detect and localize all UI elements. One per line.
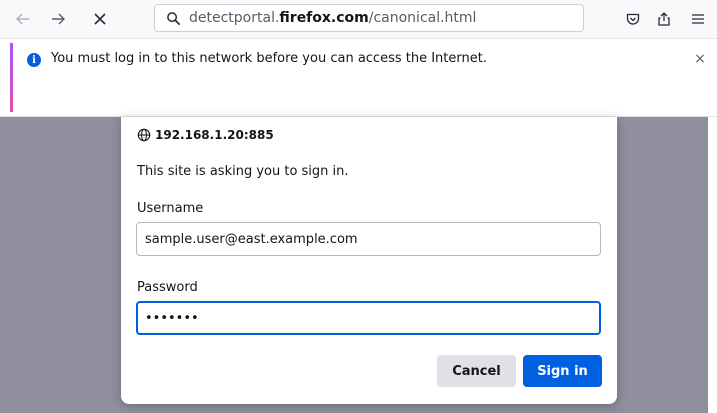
url-prefix: detectportal. bbox=[189, 10, 280, 26]
forward-button[interactable] bbox=[45, 6, 71, 32]
share-button[interactable] bbox=[651, 6, 677, 32]
stop-icon bbox=[92, 11, 108, 27]
back-icon bbox=[15, 11, 31, 27]
pocket-button[interactable] bbox=[620, 6, 646, 32]
notification-accent-bar bbox=[10, 43, 13, 112]
notification-message: You must log in to this network before y… bbox=[51, 51, 487, 66]
menu-button[interactable] bbox=[685, 6, 711, 32]
dialog-origin: 192.168.1.20:885 bbox=[137, 128, 274, 142]
page-scroll-edge bbox=[708, 117, 717, 413]
navigation-toolbar: detectportal.firefox.com/canonical.html bbox=[0, 0, 717, 39]
url-bar[interactable]: detectportal.firefox.com/canonical.html bbox=[154, 4, 584, 32]
username-field[interactable] bbox=[136, 222, 601, 256]
origin-text: 192.168.1.20:885 bbox=[155, 128, 274, 142]
back-button[interactable] bbox=[10, 6, 36, 32]
url-suffix: /canonical.html bbox=[368, 10, 477, 26]
globe-icon bbox=[137, 128, 151, 142]
url-domain: firefox.com bbox=[279, 10, 369, 26]
password-field[interactable] bbox=[136, 301, 601, 335]
close-icon[interactable]: × bbox=[691, 50, 709, 68]
pocket-icon bbox=[625, 11, 641, 27]
sign-in-dialog: 192.168.1.20:885 This site is asking you… bbox=[121, 117, 617, 404]
stop-button[interactable] bbox=[87, 6, 113, 32]
menu-icon bbox=[690, 11, 706, 27]
sign-in-button[interactable]: Sign in bbox=[523, 355, 602, 387]
url-text: detectportal.firefox.com/canonical.html bbox=[189, 10, 476, 26]
username-label: Username bbox=[137, 201, 204, 216]
password-label: Password bbox=[137, 280, 198, 295]
search-icon bbox=[165, 10, 181, 26]
captive-portal-notification: i You must log in to this network before… bbox=[0, 39, 717, 117]
share-icon bbox=[656, 11, 672, 27]
dialog-message: This site is asking you to sign in. bbox=[137, 164, 349, 179]
info-icon: i bbox=[27, 53, 41, 67]
cancel-button[interactable]: Cancel bbox=[437, 355, 516, 387]
forward-icon bbox=[50, 11, 66, 27]
